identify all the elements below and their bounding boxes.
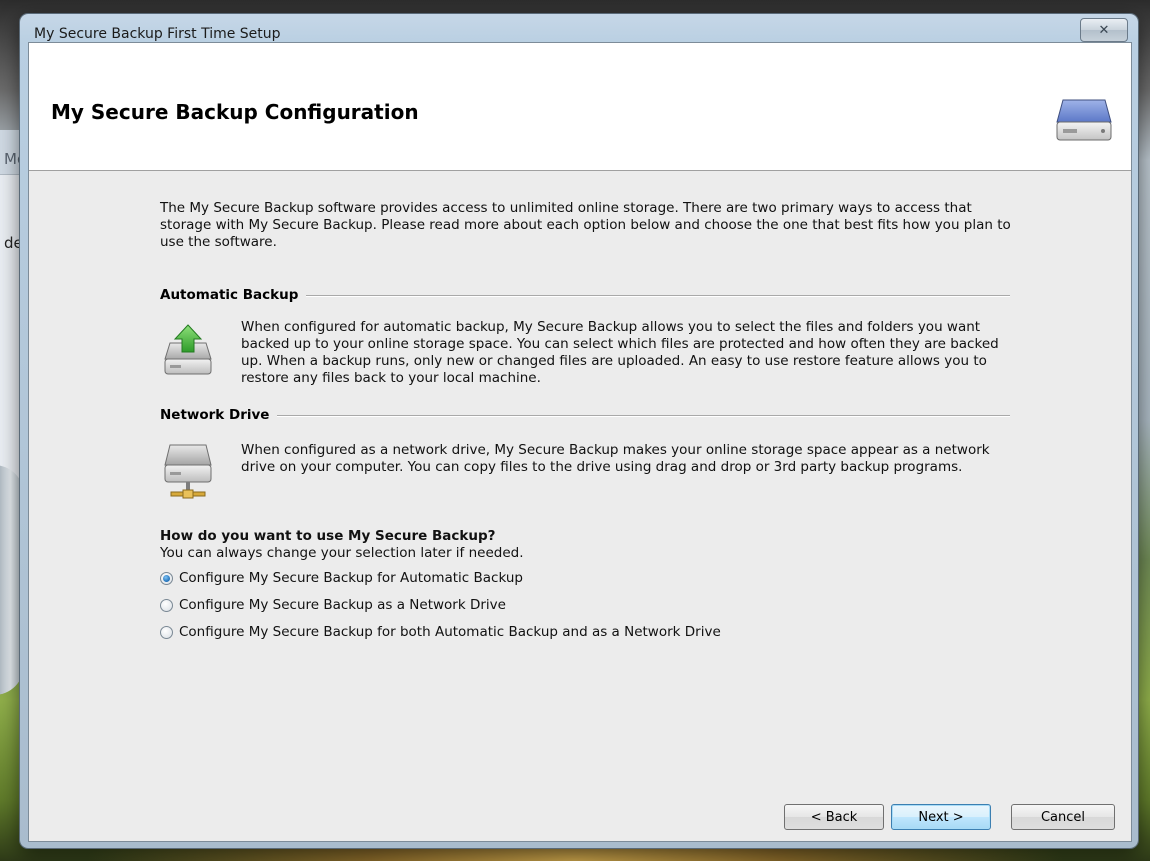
question-subtitle: You can always change your selection lat…: [160, 545, 524, 561]
next-button[interactable]: Next >: [891, 804, 991, 830]
option-both[interactable]: Configure My Secure Backup for both Auto…: [160, 622, 721, 642]
intro-text: The My Secure Backup software provides a…: [160, 200, 1011, 250]
question-title: How do you want to use My Secure Backup?: [160, 528, 496, 544]
option-automatic-backup[interactable]: Configure My Secure Backup for Automatic…: [160, 568, 523, 588]
page-title: My Secure Backup Configuration: [51, 100, 419, 124]
automatic-backup-description: When configured for automatic backup, My…: [241, 319, 999, 386]
option-network-drive[interactable]: Configure My Secure Backup as a Network …: [160, 595, 506, 615]
section-divider: [306, 294, 1010, 296]
network-drive-icon: [164, 444, 212, 499]
section-divider: [277, 414, 1010, 416]
radio-button[interactable]: [160, 625, 173, 639]
close-icon: ✕: [1098, 22, 1110, 38]
section-heading-label: Automatic Backup: [160, 287, 299, 303]
wizard-header: My Secure Backup Configuration: [29, 43, 1131, 171]
cancel-button[interactable]: Cancel: [1011, 804, 1115, 830]
radio-button[interactable]: [160, 598, 173, 612]
close-button[interactable]: ✕: [1080, 18, 1128, 42]
option-label[interactable]: Configure My Secure Backup as a Network …: [179, 597, 506, 613]
automatic-backup-heading: Automatic Backup: [160, 285, 1010, 305]
section-heading-label: Network Drive: [160, 407, 270, 423]
back-button[interactable]: < Back: [784, 804, 884, 830]
hard-drive-icon: [1056, 99, 1112, 141]
option-label[interactable]: Configure My Secure Backup for Automatic…: [179, 570, 523, 586]
setup-dialog: My Secure Backup First Time Setup ✕ My S…: [20, 14, 1138, 848]
dialog-client-area: My Secure Backup Configuration The My Se…: [28, 42, 1132, 842]
network-drive-description: When configured as a network drive, My S…: [241, 442, 990, 475]
radio-button-checked[interactable]: [160, 571, 173, 585]
window-title: My Secure Backup First Time Setup: [34, 26, 281, 42]
network-drive-heading: Network Drive: [160, 405, 1010, 425]
option-label[interactable]: Configure My Secure Backup for both Auto…: [179, 624, 721, 640]
backup-drive-upload-icon: [164, 324, 212, 375]
